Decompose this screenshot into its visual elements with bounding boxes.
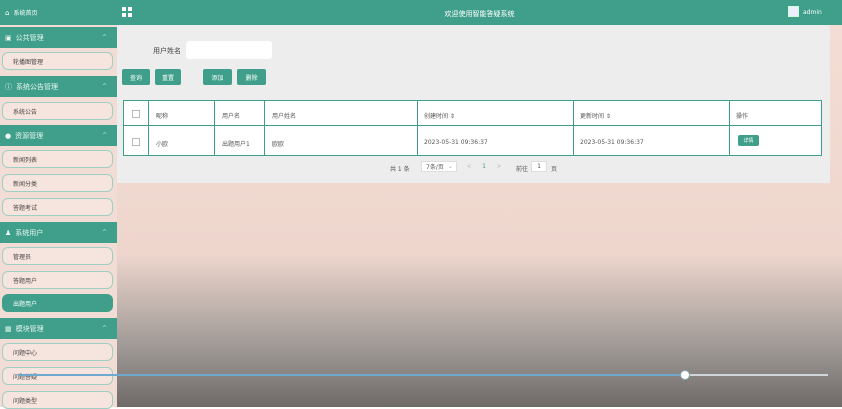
- column-header-action: 操作: [736, 113, 749, 120]
- sidebar-item-label: 答题考试: [13, 204, 38, 212]
- sidebar-item-label: 新闻列表: [13, 156, 38, 164]
- query-button[interactable]: 查询: [122, 69, 150, 85]
- sidebar-item-answer-user[interactable]: 答题用户: [2, 271, 113, 289]
- sidebar-item-label: 新闻分类: [13, 180, 38, 188]
- video-progress-played: [18, 374, 685, 376]
- sidebar-item-question-type[interactable]: 问题类型: [2, 391, 113, 409]
- pin-icon: ●: [5, 131, 12, 140]
- sidebar-item-home[interactable]: ⌂ 系统首页: [0, 0, 117, 25]
- table-divider: [264, 101, 265, 155]
- sidebar-group-label: 资源管理: [15, 131, 44, 140]
- table-divider: [148, 101, 149, 155]
- column-header-created[interactable]: 创建时间 ⇕: [424, 111, 455, 120]
- cell-realname: 欧欧: [272, 141, 285, 148]
- main-content: 用户姓名 查询 重置 添加 删除 昵称 用户名 用户姓名 创建时间 ⇕ 更新时间…: [117, 25, 842, 407]
- sidebar-group-label: 模块管理: [15, 324, 44, 333]
- row-checkbox[interactable]: [132, 138, 140, 146]
- goto-label: 前往: [516, 166, 529, 173]
- column-header-updated[interactable]: 更新时间 ⇕: [580, 111, 611, 120]
- page-number-current[interactable]: 1: [478, 161, 490, 172]
- chevron-up-icon: ^: [101, 229, 107, 236]
- table-divider: [573, 101, 574, 155]
- sidebar-item-question-user[interactable]: 出题用户: [2, 294, 113, 312]
- cell-updated: 2023-05-31 09:36:37: [580, 139, 644, 146]
- chevron-up-icon: ^: [101, 34, 107, 41]
- username-label[interactable]: admin: [803, 9, 822, 16]
- sidebar-item-news-category[interactable]: 新闻分类: [2, 174, 113, 192]
- page-unit-label: 页: [551, 166, 558, 173]
- home-icon: ⌂: [5, 8, 10, 17]
- sidebar-group-users[interactable]: ♟ 系统用户 ^: [0, 222, 117, 243]
- table-divider: [729, 101, 730, 155]
- cell-created: 2023-05-31 09:36:37: [424, 139, 488, 146]
- chevron-up-icon: ^: [101, 83, 107, 90]
- detail-button[interactable]: 详情: [738, 135, 759, 146]
- top-bar: 欢迎使用智能答疑系统 admin: [117, 0, 842, 25]
- table-divider: [417, 101, 418, 155]
- content-panel: 用户姓名 查询 重置 添加 删除 昵称 用户名 用户姓名 创建时间 ⇕ 更新时间…: [117, 25, 830, 183]
- sidebar-item-label: 答题用户: [13, 277, 38, 285]
- sidebar-group-label: 系统公告管理: [16, 82, 58, 91]
- cell-username: 出题用户1: [222, 141, 250, 148]
- sidebar-item-exam[interactable]: 答题考试: [2, 198, 113, 216]
- image-icon: ▣: [5, 33, 12, 42]
- select-all-checkbox[interactable]: [132, 110, 140, 118]
- cell-nickname: 小欧: [156, 141, 169, 148]
- sidebar-item-question-center[interactable]: 问题中心: [2, 343, 113, 361]
- sidebar-item-news-list[interactable]: 新闻列表: [2, 150, 113, 168]
- sidebar-item-label: 管理员: [13, 253, 32, 261]
- page-title: 欢迎使用智能答疑系统: [444, 10, 515, 18]
- info-icon: ⓘ: [5, 82, 12, 91]
- avatar[interactable]: [788, 6, 799, 17]
- sidebar: ⌂ 系统首页 ▣ 公共管理 ^ 轮播图管理 ⓘ 系统公告管理 ^ 系统公告 ● …: [0, 0, 117, 409]
- page-size-value: 7条/页: [426, 164, 444, 171]
- data-table: 昵称 用户名 用户姓名 创建时间 ⇕ 更新时间 ⇕ 操作 小欧 出题用户1 欧欧…: [123, 100, 822, 156]
- delete-button[interactable]: 删除: [237, 69, 266, 85]
- chevron-up-icon: ^: [101, 132, 107, 139]
- reset-button[interactable]: 重置: [155, 69, 181, 85]
- sidebar-group-label: 公共管理: [15, 33, 44, 42]
- sidebar-item-notice[interactable]: 系统公告: [2, 102, 113, 120]
- sidebar-group-public[interactable]: ▣ 公共管理 ^: [0, 27, 117, 48]
- sidebar-group-label: 系统用户: [15, 228, 44, 237]
- sidebar-group-notice[interactable]: ⓘ 系统公告管理 ^: [0, 76, 117, 97]
- sidebar-item-label: 问题答疑: [13, 373, 38, 381]
- add-button[interactable]: 添加: [203, 69, 232, 85]
- goto-page-input[interactable]: 1: [531, 161, 547, 172]
- column-header-username: 用户名: [222, 113, 241, 120]
- table-divider: [214, 101, 215, 155]
- sidebar-item-question-answer[interactable]: 问题答疑: [2, 367, 113, 385]
- column-header-realname: 用户姓名: [272, 113, 297, 120]
- column-header-nickname: 昵称: [156, 113, 169, 120]
- chevron-down-icon: ⌄: [447, 163, 453, 170]
- sidebar-item-label: 问题类型: [13, 397, 38, 405]
- sidebar-item-admin[interactable]: 管理员: [2, 247, 113, 265]
- user-icon: ♟: [5, 228, 12, 237]
- sidebar-item-label: 轮播图管理: [13, 58, 44, 66]
- video-progress-handle[interactable]: [680, 370, 690, 380]
- chevron-up-icon: ^: [101, 325, 107, 332]
- search-label: 用户姓名: [153, 47, 181, 55]
- grid-icon: ▦: [5, 324, 12, 333]
- sidebar-item-carousel[interactable]: 轮播图管理: [2, 52, 113, 70]
- page-size-select[interactable]: 7条/页 ⌄: [421, 161, 457, 172]
- table-divider: [124, 125, 821, 126]
- prev-page-button[interactable]: <: [463, 161, 475, 172]
- sidebar-item-label: 出题用户: [13, 300, 38, 308]
- sidebar-group-resource[interactable]: ● 资源管理 ^: [0, 125, 117, 146]
- sidebar-item-label: 系统首页: [13, 10, 38, 17]
- pagination-total: 共 1 条: [390, 166, 410, 173]
- sidebar-item-label: 问题中心: [13, 349, 38, 357]
- sidebar-group-modules[interactable]: ▦ 模块管理 ^: [0, 318, 117, 339]
- search-input[interactable]: [186, 41, 272, 59]
- sidebar-item-label: 系统公告: [13, 108, 38, 116]
- next-page-button[interactable]: >: [493, 161, 505, 172]
